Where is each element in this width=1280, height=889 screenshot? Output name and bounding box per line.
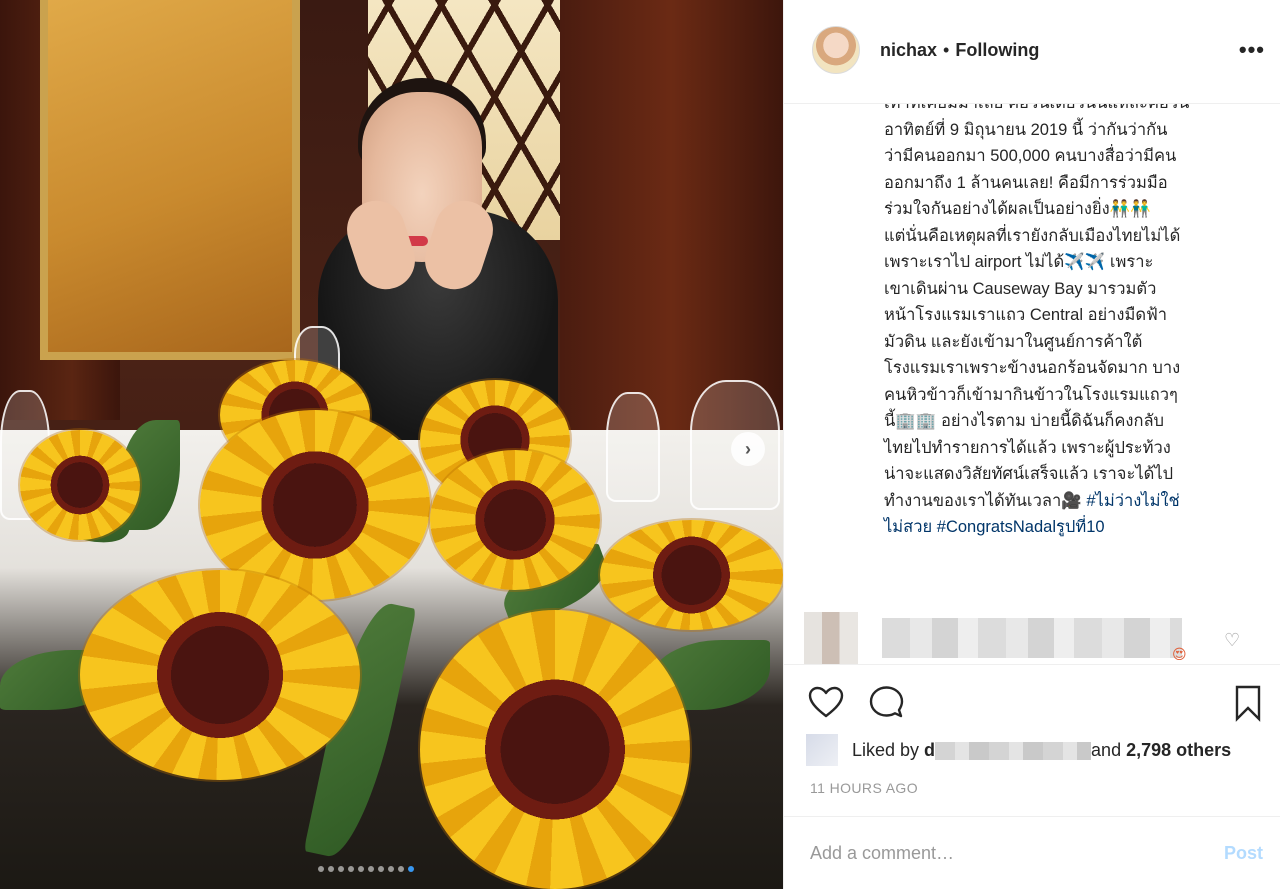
sunflower [80, 570, 360, 780]
avatar[interactable] [812, 26, 860, 74]
sunflower [20, 430, 140, 540]
username-link[interactable]: nichax [880, 40, 937, 61]
post-timestamp[interactable]: 11 HOURS AGO [810, 780, 918, 796]
heart-icon[interactable] [806, 683, 846, 723]
likes-summary: Liked by d and 2,798 others [806, 734, 1266, 766]
separator-dot: • [943, 39, 950, 60]
carousel-dot [338, 866, 344, 872]
liker-name-blurred [935, 741, 1092, 760]
wine-glass [606, 392, 660, 502]
following-button[interactable]: Following [955, 40, 1039, 61]
post-sidebar: nichax • Following ••• เท่าที่เคยมีมาเลย… [783, 0, 1280, 889]
likes-count-link[interactable]: 2,798 others [1126, 740, 1231, 760]
heart-eyes-emoji: 😍 [1172, 646, 1187, 662]
carousel-dot [378, 866, 384, 872]
liker-first-letter[interactable]: d [924, 740, 935, 760]
post-photo[interactable]: › [0, 0, 783, 889]
likes-and: and [1091, 739, 1127, 760]
comment-item: 😍 ♡ [784, 606, 1280, 664]
carousel-dot [368, 866, 374, 872]
bookmark-icon[interactable] [1228, 683, 1268, 723]
sunflower [420, 610, 690, 889]
carousel-dot [328, 866, 334, 872]
caption-partial-line: เท่าที่เคยมีมาเลย คือวันเดียวนั่นแหละคือ… [884, 104, 1189, 112]
sunflower [600, 520, 783, 630]
caption-body: อาทิตย์ที่ 9 มิถุนายน 2019 นี้ ว่ากันว่า… [884, 120, 1181, 510]
comment-like-icon[interactable]: ♡ [1224, 630, 1240, 651]
carousel-dot [398, 866, 404, 872]
carousel-dot [348, 866, 354, 872]
caption-scroll-area[interactable]: เท่าที่เคยมีมาเลย คือวันเดียวนั่นแหละคือ… [784, 104, 1280, 606]
carousel-dot [318, 866, 324, 872]
action-bar [784, 664, 1280, 734]
likes-prefix: Liked by [852, 739, 925, 760]
commenter-avatar-blurred[interactable] [804, 612, 858, 664]
comment-text-blurred [882, 618, 1182, 658]
carousel-next-button[interactable]: › [731, 432, 765, 466]
post-button[interactable]: Post [1224, 843, 1263, 864]
comment-icon[interactable] [866, 683, 906, 723]
likes-text: Liked by d and 2,798 others [852, 740, 1231, 761]
carousel-dot [388, 866, 394, 872]
liker-avatar-blurred[interactable] [806, 734, 838, 766]
carousel-dots [318, 866, 414, 872]
carousel-dot [358, 866, 364, 872]
add-comment-bar: Post [784, 816, 1280, 889]
more-options-icon[interactable]: ••• [1239, 37, 1265, 63]
sunflower [430, 450, 600, 590]
carousel-dot [408, 866, 414, 872]
post-header: nichax • Following ••• [784, 0, 1280, 104]
comment-input[interactable] [810, 842, 1224, 864]
gold-wall-panel [40, 0, 300, 360]
chevron-right-icon: › [745, 438, 751, 459]
caption-text: เท่าที่เคยมีมาเลย คือวันเดียวนั่นแหละคือ… [884, 104, 1256, 541]
